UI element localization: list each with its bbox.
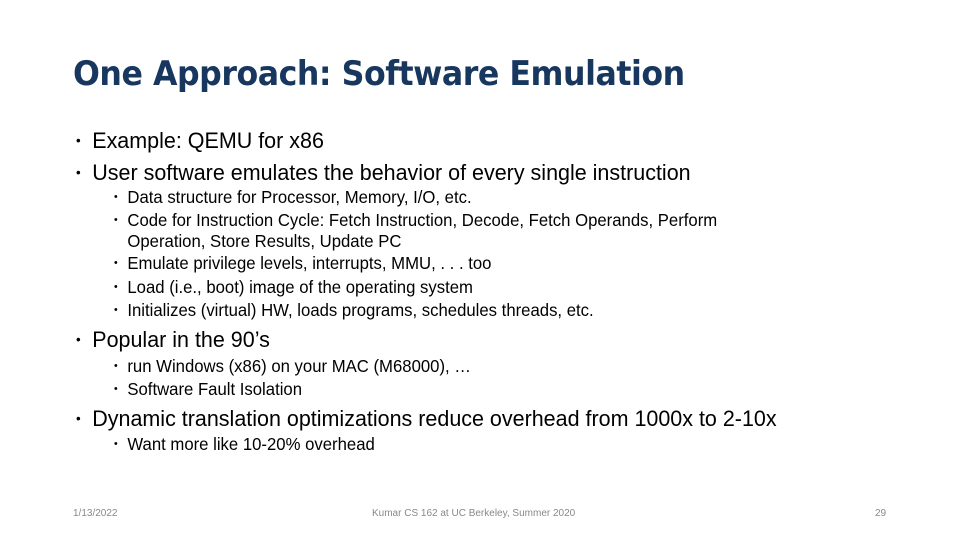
bullet-text: Example: QEMU for x86: [92, 128, 324, 153]
bullet-icon: •: [114, 304, 118, 316]
bullet-icon: •: [114, 360, 118, 372]
sub-bullet-item: • Data structure for Processor, Memory, I…: [114, 187, 472, 208]
sub-bullet-text: Code for Instruction Cycle: Fetch Instru…: [127, 210, 718, 230]
sub-bullet-item: • Software Fault Isolation: [114, 379, 302, 400]
footer-course: Kumar CS 162 at UC Berkeley, Summer 2020: [372, 508, 576, 519]
sub-bullet-continuation: Operation, Store Results, Update PC: [114, 231, 401, 252]
bullet-item: • Dynamic translation optimizations reduc…: [76, 406, 777, 432]
sub-bullet-text: Initializes (virtual) HW, loads programs…: [127, 300, 594, 320]
sub-bullet-item: • Initializes (virtual) HW, loads program…: [114, 300, 594, 321]
bullet-icon: •: [114, 214, 118, 226]
bullet-icon: •: [114, 438, 118, 450]
bullet-icon: •: [76, 132, 81, 148]
bullet-icon: •: [114, 257, 118, 269]
sub-bullet-text: Want more like 10-20% overhead: [127, 434, 375, 454]
bullet-text: Popular in the 90’s: [92, 327, 270, 352]
sub-bullet-text: run Windows (x86) on your MAC (M68000), …: [127, 356, 472, 376]
bullet-item: • Example: QEMU for x86: [76, 128, 324, 154]
sub-bullet-item: • Want more like 10-20% overhead: [114, 434, 375, 455]
sub-bullet-item: • Load (i.e., boot) image of the operatin…: [114, 277, 473, 298]
bullet-item: • Popular in the 90’s: [76, 327, 270, 353]
sub-bullet-item: • run Windows (x86) on your MAC (M68000),…: [114, 356, 471, 377]
footer-date: 1/13/2022: [73, 508, 118, 519]
sub-bullet-item: • Code for Instruction Cycle: Fetch Instr…: [114, 210, 717, 231]
bullet-icon: •: [114, 281, 118, 293]
bullet-icon: •: [76, 164, 81, 180]
sub-bullet-text: Software Fault Isolation: [127, 379, 303, 399]
bullet-icon: •: [76, 331, 81, 347]
bullet-icon: •: [114, 191, 118, 203]
bullet-icon: •: [76, 410, 81, 426]
bullet-icon: •: [114, 383, 118, 395]
slide-number: 29: [875, 508, 887, 519]
sub-bullet-item: • Emulate privilege levels, interrupts, M…: [114, 253, 491, 274]
slide-title: One Approach: Software Emulation: [73, 54, 685, 94]
sub-bullet-text: Data structure for Processor, Memory, I/…: [127, 187, 472, 207]
sub-bullet-text: Emulate privilege levels, interrupts, MM…: [127, 253, 492, 273]
bullet-item: • User software emulates the behavior of …: [76, 160, 691, 186]
bullet-text: Dynamic translation optimizations reduce…: [92, 406, 777, 431]
sub-bullet-text: Load (i.e., boot) image of the operating…: [127, 277, 473, 297]
bullet-text: User software emulates the behavior of e…: [92, 160, 691, 185]
sub-bullet-text: Operation, Store Results, Update PC: [127, 231, 402, 251]
